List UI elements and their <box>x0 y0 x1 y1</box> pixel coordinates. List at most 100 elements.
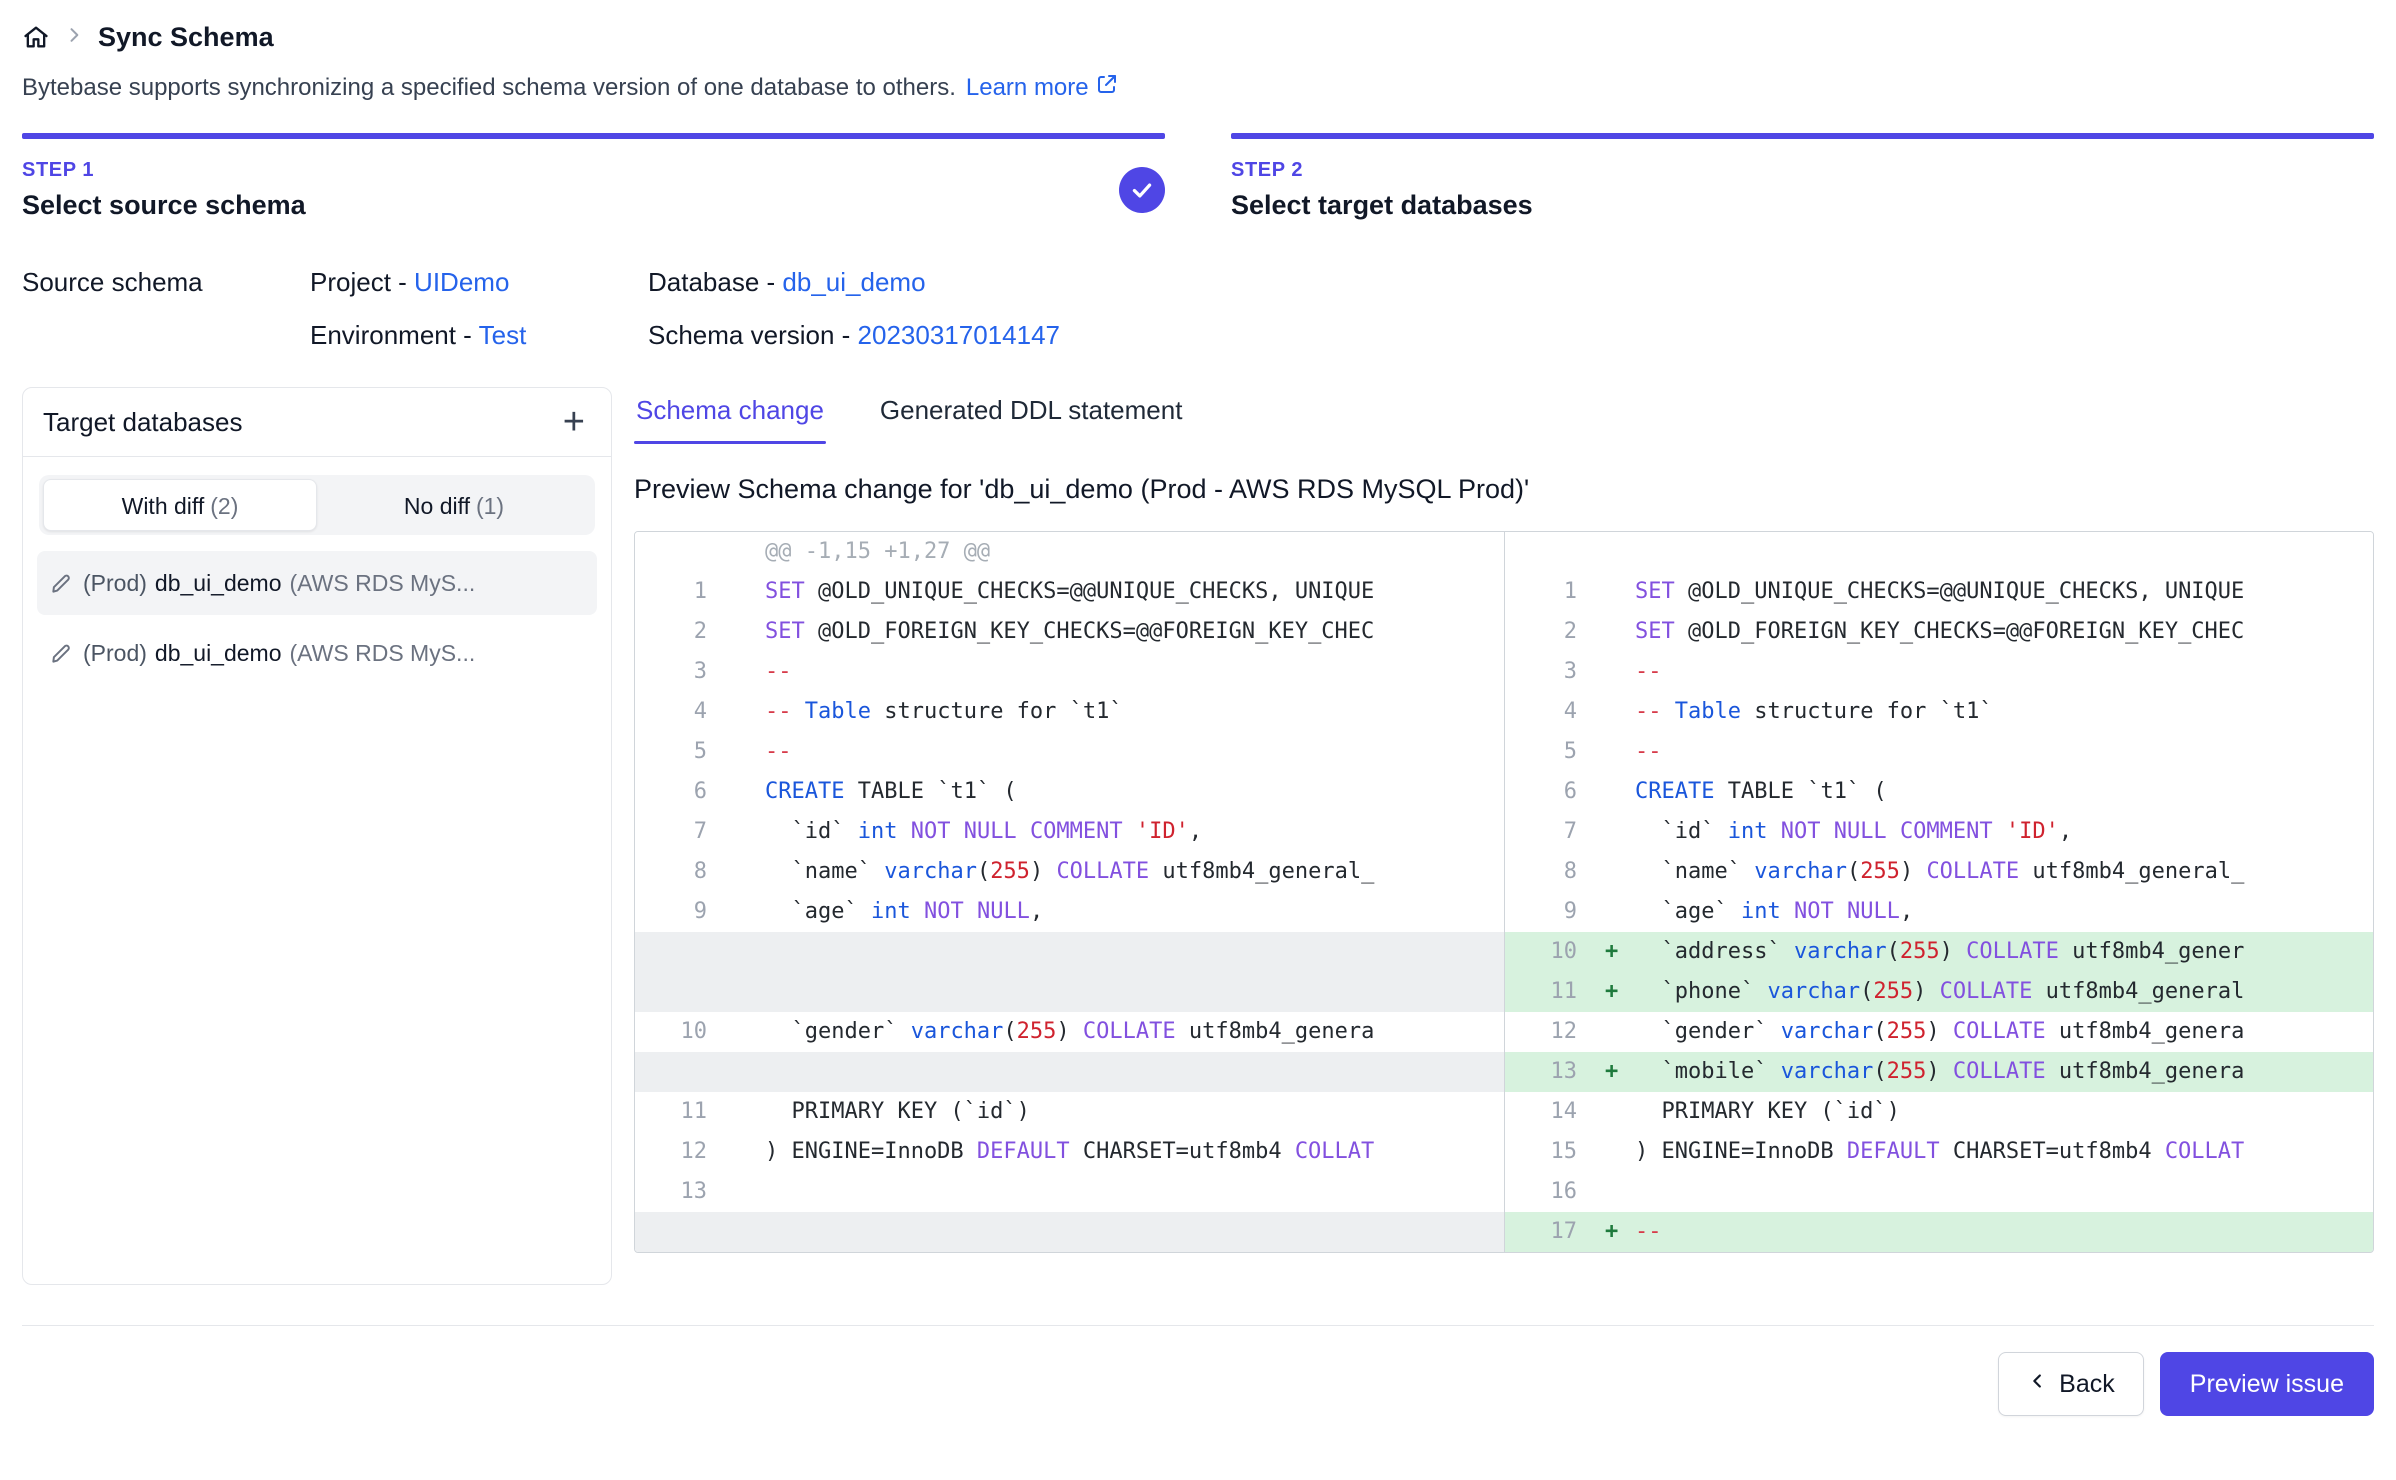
diff-cell: 2SET @OLD_FOREIGN_KEY_CHECKS=@@FOREIGN_K… <box>1504 612 2373 652</box>
db-item-suffix: (AWS RDS MyS... <box>290 640 476 667</box>
diff-cell: 1SET @OLD_UNIQUE_CHECKS=@@UNIQUE_CHECKS,… <box>1504 572 2373 612</box>
diff-row: 7 `id` int NOT NULL COMMENT 'ID',7 `id` … <box>635 812 2373 852</box>
sync-schema-page: Sync Schema Bytebase supports synchroniz… <box>0 0 2396 1480</box>
diff-cell: 5-- <box>635 732 1504 772</box>
preview-title: Preview Schema change for 'db_ui_demo (P… <box>634 474 2374 505</box>
diff-cell <box>1504 532 2373 572</box>
db-item-name: db_ui_demo <box>155 570 282 597</box>
diff-cell: 9 `age` int NOT NULL, <box>635 892 1504 932</box>
db-item-environment: (Prod) <box>83 640 147 667</box>
db-item-name: db_ui_demo <box>155 640 282 667</box>
diff-cell: 3-- <box>1504 652 2373 692</box>
diff-cell: 8 `name` varchar(255) COLLATE utf8mb4_ge… <box>635 852 1504 892</box>
database-link[interactable]: db_ui_demo <box>782 267 925 297</box>
diff-cell: 1SET @OLD_UNIQUE_CHECKS=@@UNIQUE_CHECKS,… <box>635 572 1504 612</box>
source-schema-summary: Source schema Project - UIDemo Database … <box>22 267 2374 351</box>
source-database: Database - db_ui_demo <box>648 267 2374 298</box>
environment-link[interactable]: Test <box>479 320 527 350</box>
project-link[interactable]: UIDemo <box>414 267 509 297</box>
diff-row: 1SET @OLD_UNIQUE_CHECKS=@@UNIQUE_CHECKS,… <box>635 572 2373 612</box>
diff-row: 6CREATE TABLE `t1` (6CREATE TABLE `t1` ( <box>635 772 2373 812</box>
db-engine-icon <box>49 570 75 596</box>
add-target-database-button[interactable]: + <box>557 406 591 438</box>
diff-row: 11+ `phone` varchar(255) COLLATE utf8mb4… <box>635 972 2373 1012</box>
step-1-eyebrow: STEP 1 <box>22 159 306 182</box>
diff-cell: 9 `age` int NOT NULL, <box>1504 892 2373 932</box>
diff-cell: 4-- Table structure for `t1` <box>635 692 1504 732</box>
diff-cell: 15) ENGINE=InnoDB DEFAULT CHARSET=utf8mb… <box>1504 1132 2373 1172</box>
diff-cell: 12 `gender` varchar(255) COLLATE utf8mb4… <box>1504 1012 2373 1052</box>
diff-row: 10 `gender` varchar(255) COLLATE utf8mb4… <box>635 1012 2373 1052</box>
diff-filter-tabs: With diff(2) No diff(1) <box>39 475 595 535</box>
diff-cell: 6CREATE TABLE `t1` ( <box>1504 772 2373 812</box>
target-databases-panel: Target databases + With diff(2) No diff(… <box>22 387 612 1285</box>
description-text: Bytebase supports synchronizing a specif… <box>22 74 956 102</box>
learn-more-label: Learn more <box>966 74 1089 102</box>
step-2-label: Select target databases <box>1231 190 1533 221</box>
diff-row: 9 `age` int NOT NULL,9 `age` int NOT NUL… <box>635 892 2373 932</box>
diff-cell: 5-- <box>1504 732 2373 772</box>
target-db-item[interactable]: (Prod) db_ui_demo (AWS RDS MyS... <box>37 551 597 615</box>
target-panel-title: Target databases <box>43 407 242 438</box>
diff-row: 11 PRIMARY KEY (`id`)14 PRIMARY KEY (`id… <box>635 1092 2373 1132</box>
target-db-item[interactable]: (Prod) db_ui_demo (AWS RDS MyS... <box>37 621 597 685</box>
diff-row: 5--5-- <box>635 732 2373 772</box>
database-label: Database - <box>648 267 775 297</box>
db-item-environment: (Prod) <box>83 570 147 597</box>
schema-change-area: Schema change Generated DDL statement Pr… <box>634 387 2374 1285</box>
diff-row: 1316 <box>635 1172 2373 1212</box>
external-link-icon <box>1095 72 1119 103</box>
step-2-progress-bar <box>1231 133 2374 139</box>
diff-row: 2SET @OLD_FOREIGN_KEY_CHECKS=@@FOREIGN_K… <box>635 612 2373 652</box>
home-icon[interactable] <box>22 23 50 51</box>
diff-row: @@ -1,15 +1,27 @@ <box>635 532 2373 572</box>
db-item-suffix: (AWS RDS MyS... <box>290 570 476 597</box>
diff-cell: 8 `name` varchar(255) COLLATE utf8mb4_ge… <box>1504 852 2373 892</box>
back-button[interactable]: Back <box>1998 1352 2144 1416</box>
step-2-eyebrow: STEP 2 <box>1231 159 1533 182</box>
breadcrumb-chevron-icon <box>64 25 84 50</box>
step-1: STEP 1 Select source schema <box>22 133 1165 221</box>
environment-label: Environment - <box>310 320 472 350</box>
learn-more-link[interactable]: Learn more <box>966 72 1119 103</box>
diff-cell: 7 `id` int NOT NULL COMMENT 'ID', <box>1504 812 2373 852</box>
diff-cell: 12) ENGINE=InnoDB DEFAULT CHARSET=utf8mb… <box>635 1132 1504 1172</box>
diff-row: 3--3-- <box>635 652 2373 692</box>
diff-cell: 4-- Table structure for `t1` <box>1504 692 2373 732</box>
source-schema-label: Source schema <box>22 267 310 298</box>
diff-cell: 7 `id` int NOT NULL COMMENT 'ID', <box>635 812 1504 852</box>
tab-no-diff[interactable]: No diff(1) <box>317 479 591 531</box>
diff-row: 8 `name` varchar(255) COLLATE utf8mb4_ge… <box>635 852 2373 892</box>
schema-version-link[interactable]: 20230317014147 <box>858 320 1060 350</box>
diff-cell: @@ -1,15 +1,27 @@ <box>635 532 1504 572</box>
diff-row: 13+ `mobile` varchar(255) COLLATE utf8mb… <box>635 1052 2373 1092</box>
diff-row: 4-- Table structure for `t1`4-- Table st… <box>635 692 2373 732</box>
tab-no-diff-count: (1) <box>476 493 504 519</box>
diff-cell: 14 PRIMARY KEY (`id`) <box>1504 1092 2373 1132</box>
preview-issue-button[interactable]: Preview issue <box>2160 1352 2374 1416</box>
source-environment: Environment - Test <box>310 320 648 351</box>
diff-cell: 6CREATE TABLE `t1` ( <box>635 772 1504 812</box>
diff-cell <box>635 932 1504 972</box>
source-version: Schema version - 20230317014147 <box>648 320 2374 351</box>
step-1-complete-check-icon <box>1119 167 1165 213</box>
target-db-list: (Prod) db_ui_demo (AWS RDS MyS... (Prod)… <box>23 551 611 685</box>
diff-rows: @@ -1,15 +1,27 @@1SET @OLD_UNIQUE_CHECKS… <box>635 532 2373 1252</box>
tab-schema-change[interactable]: Schema change <box>634 387 826 444</box>
diff-row: 17+-- <box>635 1212 2373 1252</box>
page-description: Bytebase supports synchronizing a specif… <box>22 72 2374 103</box>
diff-cell: 3-- <box>635 652 1504 692</box>
back-chevron-icon <box>2027 1370 2049 1399</box>
tab-with-diff[interactable]: With diff(2) <box>43 479 317 531</box>
schema-view-tabs: Schema change Generated DDL statement <box>634 387 2374 444</box>
diff-cell: 10+ `address` varchar(255) COLLATE utf8m… <box>1504 932 2373 972</box>
tab-generated-ddl[interactable]: Generated DDL statement <box>878 387 1185 444</box>
footer: Back Preview issue <box>22 1326 2374 1416</box>
diff-row: 10+ `address` varchar(255) COLLATE utf8m… <box>635 932 2373 972</box>
tab-no-diff-label: No diff <box>404 493 470 519</box>
step-2: STEP 2 Select target databases <box>1231 133 2374 221</box>
page-title: Sync Schema <box>98 22 274 53</box>
source-project: Project - UIDemo <box>310 267 648 298</box>
schema-diff-viewer[interactable]: @@ -1,15 +1,27 @@1SET @OLD_UNIQUE_CHECKS… <box>634 531 2374 1253</box>
diff-cell: 11 PRIMARY KEY (`id`) <box>635 1092 1504 1132</box>
